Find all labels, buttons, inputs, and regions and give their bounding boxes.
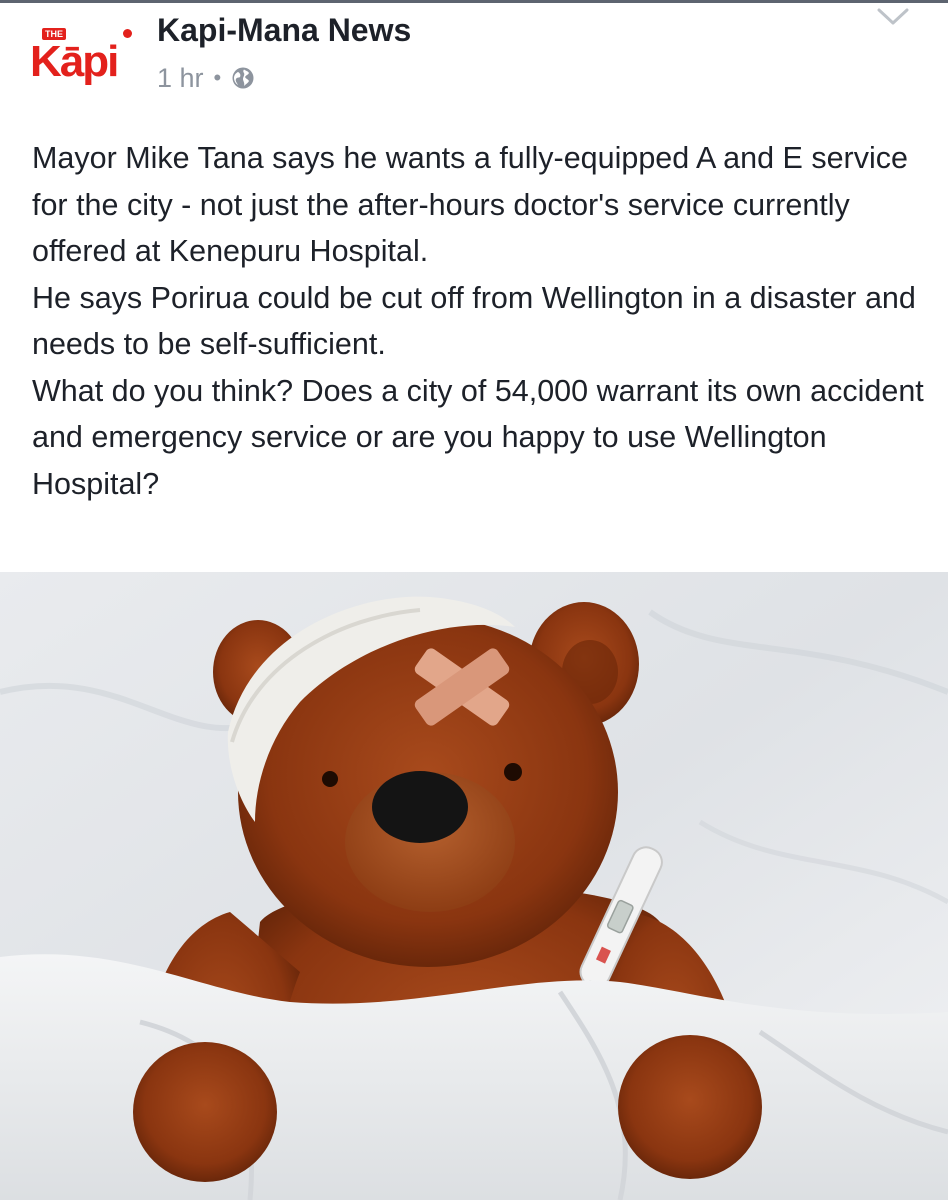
post-photo[interactable] bbox=[0, 572, 948, 1200]
globe-icon[interactable] bbox=[231, 66, 255, 90]
facebook-post: THE Kāpi Kapi-Mana News 1 hr • Mayor Mik… bbox=[0, 0, 948, 1200]
post-timestamp[interactable]: 1 hr bbox=[157, 60, 204, 96]
top-divider bbox=[0, 0, 948, 3]
post-paragraph: Mayor Mike Tana says he wants a fully-eq… bbox=[32, 141, 908, 268]
page-name-link[interactable]: Kapi-Mana News bbox=[157, 10, 411, 50]
post-text: Mayor Mike Tana says he wants a fully-eq… bbox=[32, 135, 927, 507]
page-avatar[interactable]: THE Kāpi bbox=[28, 18, 138, 102]
post-meta: 1 hr • bbox=[157, 60, 255, 96]
post-paragraph: What do you think? Does a city of 54,000… bbox=[32, 373, 924, 501]
post-paragraph: He says Porirua could be cut off from We… bbox=[32, 280, 916, 362]
logo-wordmark: Kāpi bbox=[30, 37, 119, 86]
chevron-down-icon[interactable] bbox=[876, 6, 910, 28]
logo-dot bbox=[123, 29, 132, 38]
meta-separator: • bbox=[213, 65, 222, 90]
